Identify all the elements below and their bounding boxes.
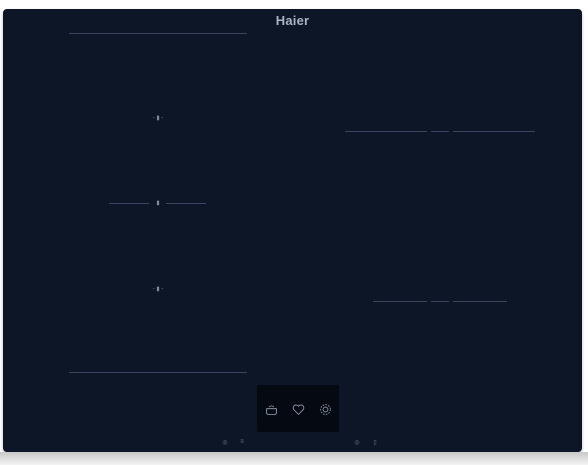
zone-top-marker-icon[interactable]: - ▮ -	[153, 115, 164, 122]
countertop-shadow	[0, 452, 588, 465]
left-zone-center-line-left	[109, 203, 149, 204]
left-zone-bottom-line	[69, 372, 247, 373]
zone-bottom-marker-icon[interactable]: - ▮ -	[153, 286, 164, 293]
right-top-zone-guide-right	[453, 131, 535, 132]
right-top-zone-guide-left	[345, 131, 427, 132]
right-bottom-zone-guide-center	[431, 301, 449, 302]
right-bottom-zone-guide-left	[373, 301, 427, 302]
pot-icon[interactable]	[264, 402, 278, 416]
lock-icon[interactable]: ≡	[238, 439, 246, 445]
gear-icon-svg	[319, 403, 331, 415]
right-bottom-zone-guide-right	[453, 301, 507, 302]
left-zone-center-line-right	[166, 203, 206, 204]
right-top-zone-guide-center	[431, 131, 449, 132]
timer-icon[interactable]: ◎	[353, 439, 361, 446]
brand-logo: Haier	[275, 13, 310, 28]
gear-icon[interactable]	[318, 402, 332, 416]
control-panel	[257, 385, 339, 432]
pause-icon[interactable]: ▯	[371, 439, 379, 446]
left-zone-top-line	[69, 33, 247, 34]
zone-middle-marker-icon[interactable]: ▮	[156, 200, 159, 207]
heart-icon[interactable]	[291, 402, 305, 416]
pot-icon-svg	[265, 404, 277, 415]
power-icon[interactable]: ◎	[221, 439, 229, 446]
heart-icon-svg	[292, 404, 304, 415]
